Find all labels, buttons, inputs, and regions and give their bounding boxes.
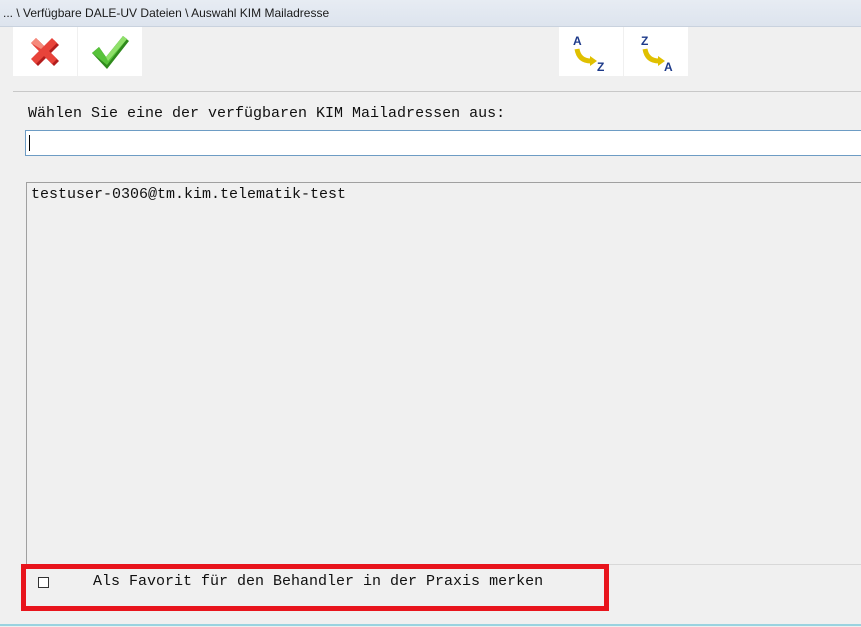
window-bottom-border	[0, 624, 861, 626]
list-item[interactable]: testuser-0306@tm.kim.telematik-test	[31, 186, 861, 204]
sort-ascending-button[interactable]: A Z	[559, 27, 623, 76]
green-check-icon	[92, 36, 129, 69]
sort-z-a-icon: Z A	[641, 34, 673, 74]
toolbar-separator	[13, 91, 861, 92]
ok-button[interactable]	[78, 27, 142, 76]
svg-text:Z: Z	[597, 60, 604, 74]
favorite-checkbox[interactable]	[38, 577, 49, 588]
cancel-button[interactable]	[13, 27, 77, 76]
svg-text:Z: Z	[641, 34, 648, 48]
window-title: ... \ Verfügbare DALE-UV Dateien \ Auswa…	[3, 6, 330, 20]
favorite-label[interactable]: Als Favorit für den Behandler in der Pra…	[93, 573, 543, 590]
red-x-icon	[31, 38, 59, 66]
sort-a-z-icon: A Z	[573, 34, 604, 74]
sort-descending-button[interactable]: Z A	[624, 27, 688, 76]
address-search-input[interactable]	[25, 130, 861, 156]
address-list[interactable]: testuser-0306@tm.kim.telematik-test	[26, 182, 861, 565]
dialog-window: ... \ Verfügbare DALE-UV Dateien \ Auswa…	[0, 0, 861, 627]
svg-text:A: A	[664, 60, 673, 74]
svg-text:A: A	[573, 34, 582, 48]
text-caret	[29, 135, 30, 151]
window-title-bar: ... \ Verfügbare DALE-UV Dateien \ Auswa…	[0, 0, 861, 27]
selection-prompt: Wählen Sie eine der verfügbaren KIM Mail…	[28, 105, 506, 122]
